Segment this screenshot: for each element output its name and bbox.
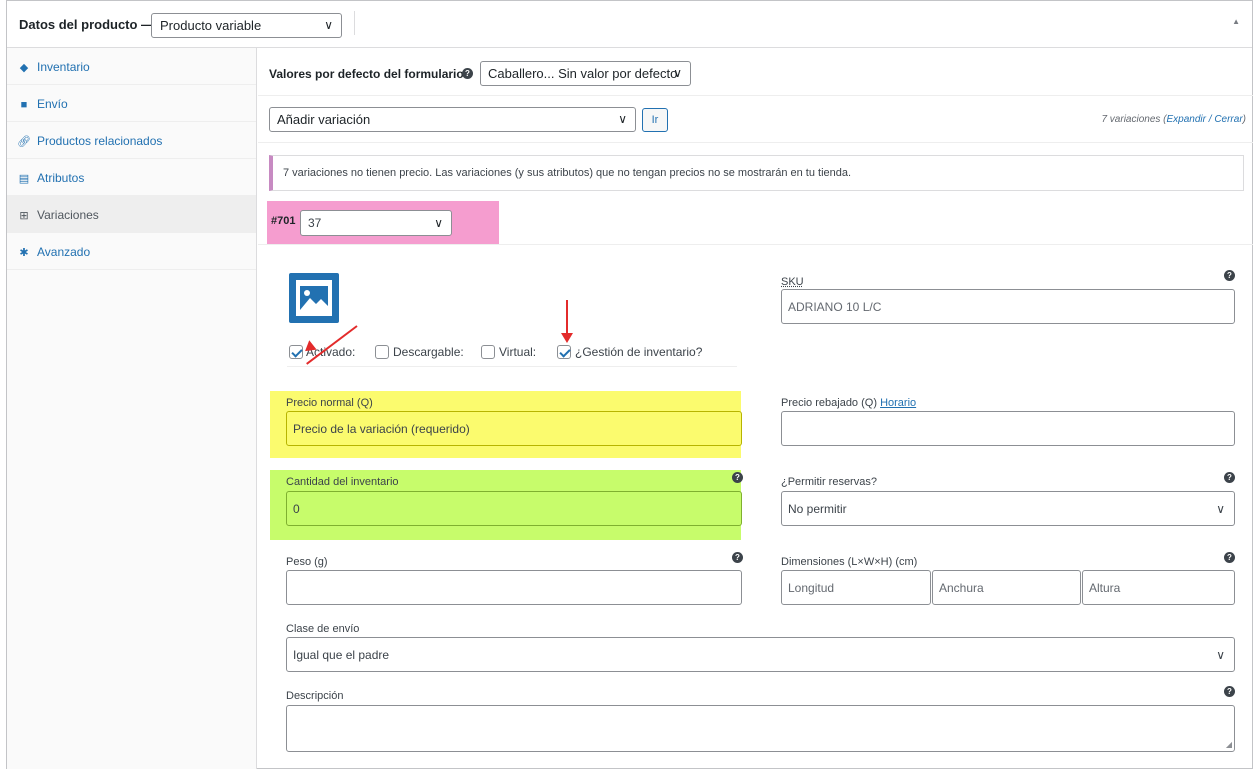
tag-icon: ◆ — [19, 62, 29, 74]
help-icon[interactable]: ? — [462, 68, 473, 79]
chevron-down-icon: ∨ — [1216, 648, 1225, 662]
manage-stock-checkbox[interactable] — [557, 345, 571, 359]
product-data-tabs: ◆ Inventario ■ Envío 🔗︎ Productos relaciona… — [7, 48, 257, 769]
shipping-class-value: Igual que el padre — [293, 648, 390, 662]
manage-stock-label: ¿Gestión de inventario? — [575, 345, 703, 359]
list-icon: ▤ — [18, 173, 30, 185]
shipping-class-select[interactable]: Igual que el padre ∨ — [286, 637, 1235, 672]
help-icon[interactable]: ? — [1224, 270, 1235, 281]
sale-price-input[interactable] — [781, 411, 1235, 446]
tab-label: Atributos — [37, 171, 85, 185]
sku-input[interactable]: ADRIANO 10 L/C — [781, 289, 1235, 324]
regular-price-label: Precio normal (Q) — [286, 397, 373, 409]
panel-title: Datos del producto — — [19, 17, 155, 32]
help-icon[interactable]: ? — [732, 552, 743, 563]
sale-price-label: Precio rebajado (Q) Horario — [781, 397, 916, 409]
weight-label: Peso (g) — [286, 556, 328, 568]
product-type-select[interactable]: Producto variable ∨ — [151, 13, 342, 38]
chevron-down-icon: ∨ — [618, 112, 627, 126]
height-input[interactable]: Altura — [1082, 570, 1235, 605]
gear-icon: ✱ — [19, 247, 29, 259]
tab-advanced[interactable]: ✱ Avanzado — [7, 233, 256, 270]
sale-price-label-text: Precio rebajado (Q) — [781, 397, 877, 409]
variation-id: #701 — [271, 215, 296, 227]
divider — [258, 244, 1253, 245]
no-price-notice: 7 variaciones no tienen precio. Las vari… — [269, 155, 1244, 191]
enabled-checkbox[interactable] — [289, 345, 303, 359]
tab-attributes[interactable]: ▤ Atributos — [7, 159, 256, 196]
default-attribute-value: Caballero... Sin valor por defecto — [488, 66, 678, 81]
variations-panel: Valores por defecto del formulario: ? Ca… — [258, 48, 1253, 769]
tab-inventory[interactable]: ◆ Inventario — [7, 48, 256, 85]
image-icon — [300, 286, 328, 310]
add-variation-value: Añadir variación — [277, 112, 371, 127]
backorders-select[interactable]: No permitir ∨ — [781, 491, 1235, 526]
header-divider — [354, 11, 355, 35]
default-form-values-label: Valores por defecto del formulario: — [269, 67, 468, 81]
schedule-link[interactable]: Horario — [880, 397, 916, 409]
description-label: Descripción — [286, 690, 344, 702]
help-icon[interactable]: ? — [1224, 686, 1235, 697]
virtual-label: Virtual: — [499, 345, 537, 359]
tab-label: Productos relacionados — [37, 134, 163, 148]
variations-count-text: 7 variaciones ( — [1101, 114, 1167, 125]
chevron-down-icon: ∨ — [673, 66, 682, 80]
virtual-checkbox[interactable] — [481, 345, 495, 359]
variation-image-upload[interactable] — [289, 273, 339, 323]
chevron-down-icon: ∨ — [434, 216, 443, 230]
panel-header: Datos del producto — Producto variable ∨… — [7, 1, 1252, 48]
go-button[interactable]: Ir — [642, 108, 668, 132]
image-placeholder-icon — [296, 280, 332, 316]
tab-label: Inventario — [37, 60, 90, 74]
stock-quantity-input[interactable]: 0 — [286, 491, 742, 526]
backorders-value: No permitir — [788, 502, 847, 516]
tab-shipping[interactable]: ■ Envío — [7, 85, 256, 122]
collapse-icon[interactable]: ▲ — [1232, 17, 1240, 26]
length-input[interactable]: Longitud — [781, 570, 931, 605]
add-variation-row: Añadir variación ∨ Ir 7 variaciones (Exp… — [258, 96, 1253, 143]
default-form-values-row: Valores por defecto del formulario: ? Ca… — [258, 48, 1253, 96]
resize-handle-icon[interactable]: ◢ — [1226, 740, 1232, 749]
chevron-down-icon: ∨ — [324, 18, 333, 32]
close-paren: ) — [1242, 114, 1246, 125]
dimensions-label: Dimensiones (L×W×H) (cm) — [781, 556, 918, 568]
variation-attribute-value: 37 — [308, 216, 322, 230]
annotation-arrow — [566, 300, 568, 336]
description-textarea[interactable]: ◢ — [286, 705, 1235, 752]
tab-linked-products[interactable]: 🔗︎ Productos relacionados — [7, 122, 256, 159]
help-icon[interactable]: ? — [1224, 552, 1235, 563]
product-data-panel: Datos del producto — Producto variable ∨… — [6, 0, 1253, 769]
product-type-value: Producto variable — [160, 18, 262, 33]
truck-icon: ■ — [20, 99, 28, 111]
expand-link[interactable]: Expandir — [1167, 114, 1206, 125]
help-icon[interactable]: ? — [732, 472, 743, 483]
variations-count: 7 variaciones (Expandir / Cerrar) — [1101, 114, 1246, 125]
help-icon[interactable]: ? — [1224, 472, 1235, 483]
tab-label: Variaciones — [37, 208, 99, 222]
variation-options: Activado: Descargable: Virtual: ¿Gestión… — [287, 343, 737, 367]
annotation-arrowhead — [561, 333, 573, 343]
link-icon: 🔗︎ — [17, 136, 31, 148]
shipping-class-label: Clase de envío — [286, 623, 360, 635]
regular-price-input[interactable]: Precio de la variación (requerido) — [286, 411, 742, 446]
grid-icon: ⊞ — [19, 210, 29, 222]
tab-variations[interactable]: ⊞ Variaciones — [7, 196, 256, 233]
variation-attribute-select[interactable]: 37 ∨ — [300, 210, 452, 236]
weight-input[interactable] — [286, 570, 742, 605]
tab-label: Envío — [37, 97, 68, 111]
backorders-label: ¿Permitir reservas? — [781, 476, 877, 488]
collapse-link[interactable]: Cerrar — [1214, 114, 1242, 125]
variation-header[interactable]: #701 37 ∨ — [267, 201, 499, 244]
chevron-down-icon: ∨ — [1216, 502, 1225, 516]
default-attribute-select[interactable]: Caballero... Sin valor por defecto ∨ — [480, 61, 691, 86]
downloadable-label: Descargable: — [393, 345, 464, 359]
sku-label: SKU — [781, 276, 804, 288]
tab-label: Avanzado — [37, 245, 91, 259]
stock-quantity-label: Cantidad del inventario — [286, 476, 399, 488]
add-variation-select[interactable]: Añadir variación ∨ — [269, 107, 636, 132]
downloadable-checkbox[interactable] — [375, 345, 389, 359]
width-input[interactable]: Anchura — [932, 570, 1081, 605]
